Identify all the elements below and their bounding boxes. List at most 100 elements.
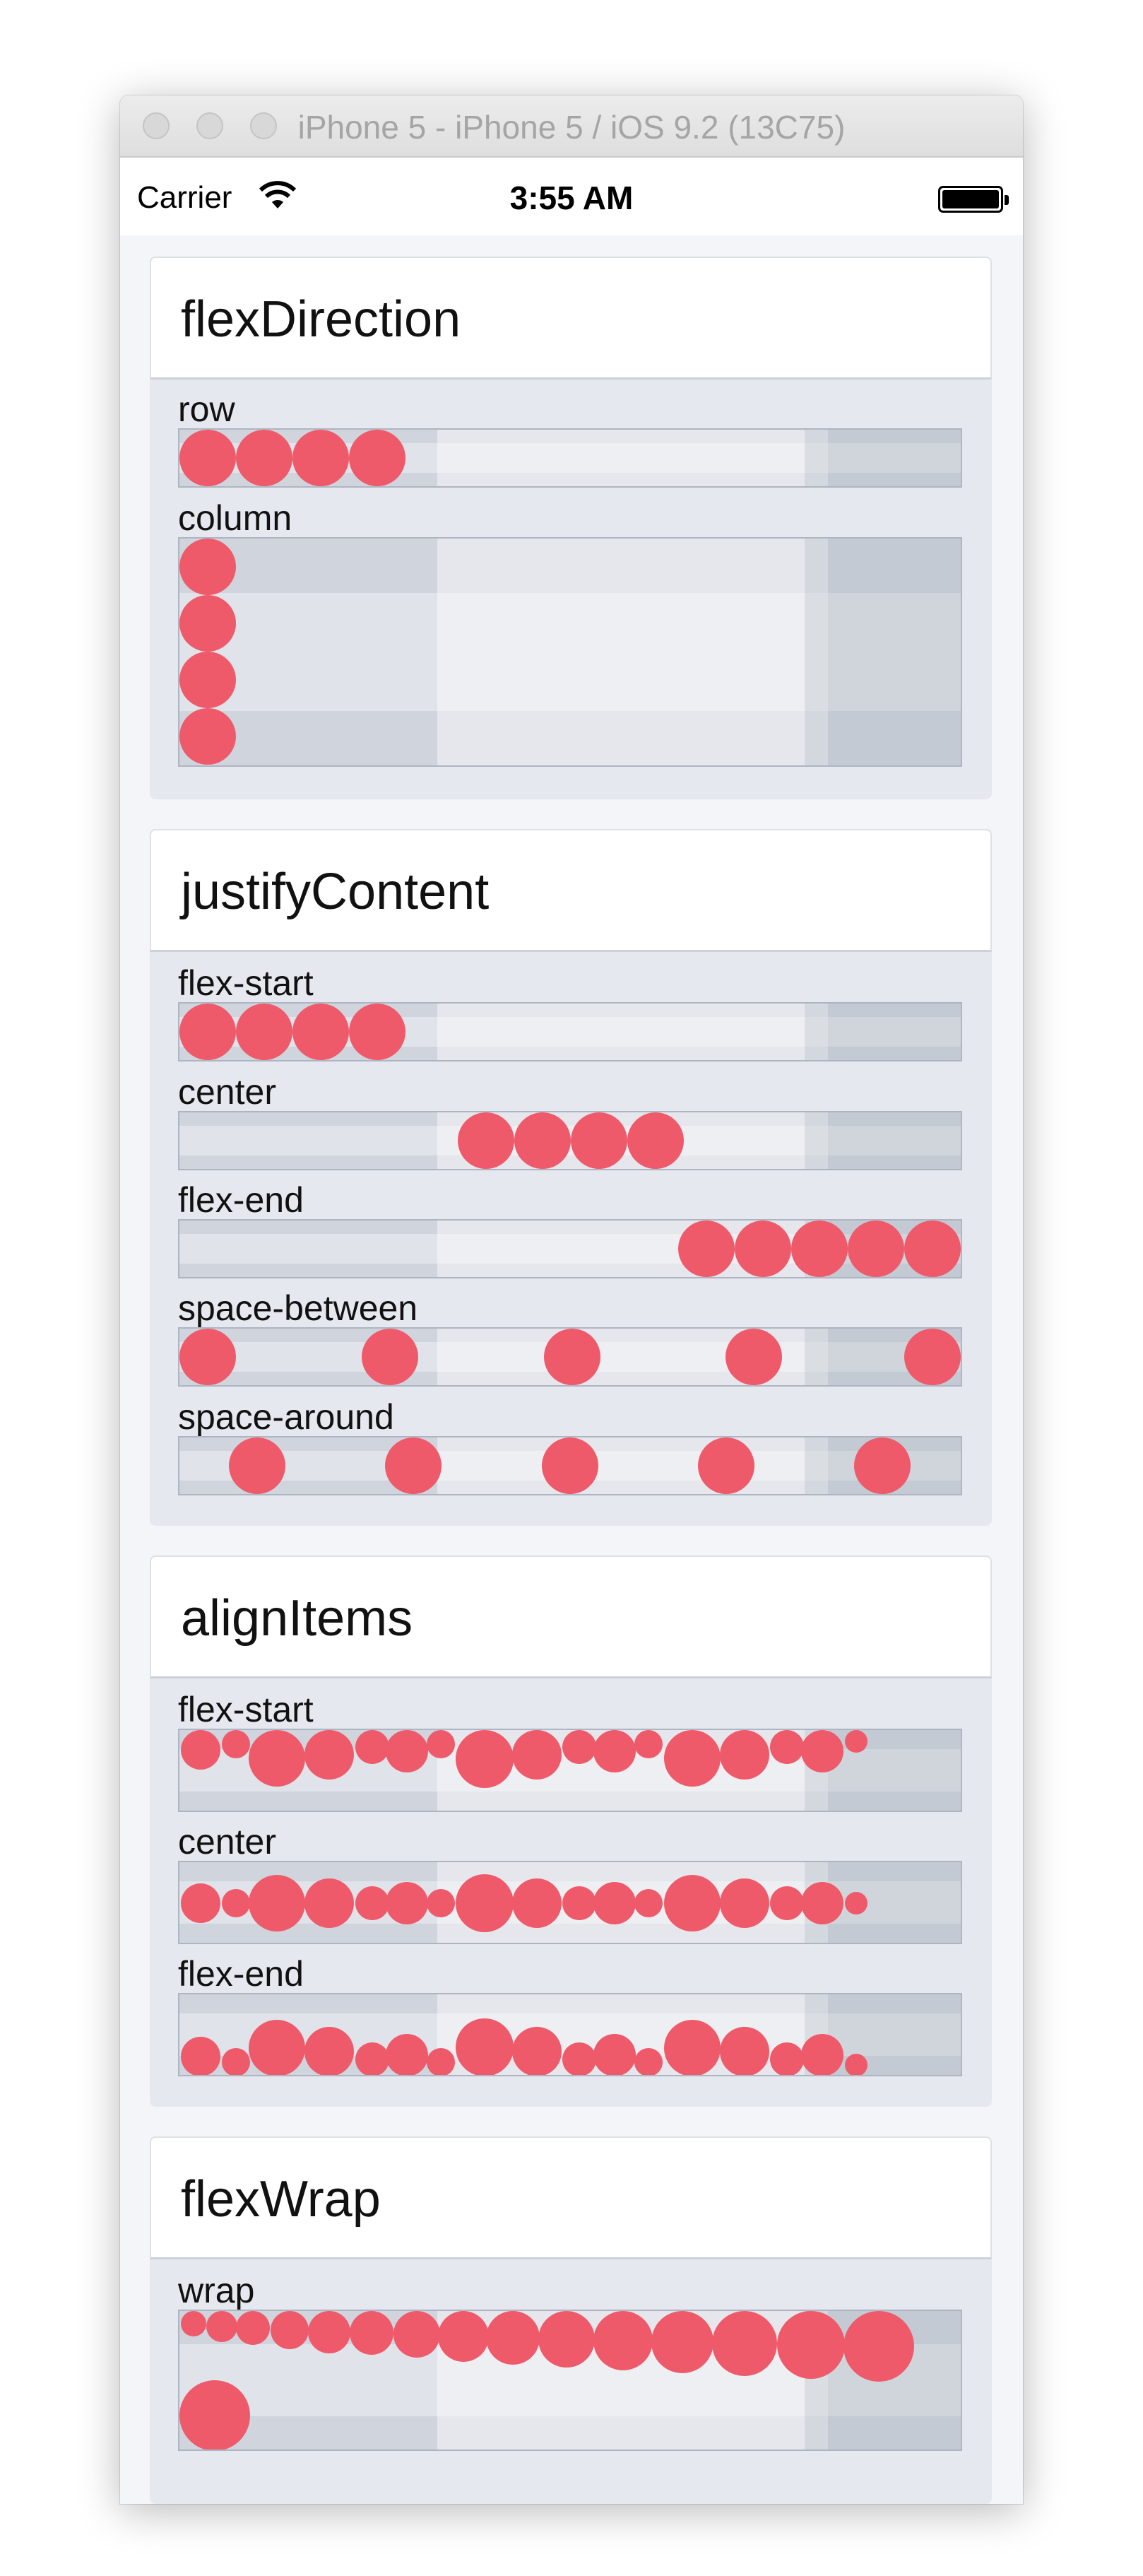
demo-circle — [386, 1882, 428, 1924]
demo-circle — [848, 1221, 904, 1277]
demo-circle — [770, 1886, 804, 1920]
demo-circle — [179, 708, 236, 765]
demo-circle — [349, 1004, 405, 1060]
demo-circle — [179, 2380, 250, 2449]
example-label-row: row — [178, 389, 235, 429]
demo-circle — [181, 1730, 220, 1770]
card-header: flexDirection — [150, 257, 992, 380]
demo-circle — [562, 1886, 596, 1920]
demo-circle — [486, 2311, 540, 2365]
card-title: alignItems — [181, 1590, 413, 1647]
demo-circle — [801, 1882, 843, 1924]
example-label-flex-start: flex-start — [178, 963, 314, 1003]
demo-circle — [593, 1730, 636, 1772]
demo-circle — [854, 1437, 911, 1494]
demo-circle — [385, 1437, 442, 1494]
demo-circle — [627, 1112, 684, 1169]
card-title: flexWrap — [181, 2171, 381, 2228]
card-flex-wrap: flexWrap wrap — [150, 2136, 992, 2504]
demo-circle — [651, 2311, 713, 2373]
demo-circle — [249, 1730, 305, 1787]
card-flex-direction: flexDirection row column — [150, 257, 992, 799]
demo-circle — [236, 1004, 292, 1060]
demo-circle — [770, 1730, 804, 1764]
example-align-flex-end — [178, 1993, 962, 2076]
card-header: justifyContent — [150, 829, 992, 952]
demo-circle — [562, 2042, 596, 2075]
demo-circle — [664, 1730, 721, 1787]
demo-circle — [904, 1221, 961, 1277]
demo-circle — [292, 430, 349, 486]
demo-circle — [181, 2311, 206, 2336]
demo-circle — [512, 2027, 562, 2075]
example-label-flex-end: flex-end — [178, 1180, 304, 1220]
demo-circle — [179, 1329, 236, 1385]
demo-circle — [843, 2311, 914, 2382]
demo-circle — [206, 2311, 237, 2342]
card-justify-content: justifyContent flex-start center flex-en… — [150, 829, 992, 1526]
demo-circle — [538, 2311, 595, 2368]
demo-circle — [355, 2042, 389, 2075]
demo-circle — [181, 2037, 220, 2075]
demo-circle — [512, 1730, 562, 1780]
example-align-flex-start — [178, 1729, 962, 1812]
demo-circle — [458, 1112, 514, 1169]
demo-circle — [593, 1882, 636, 1924]
demo-circle — [179, 652, 236, 708]
demo-circle — [634, 2048, 663, 2075]
example-column — [178, 537, 962, 767]
demo-circle — [427, 2048, 455, 2075]
demo-circle — [593, 2311, 653, 2370]
demo-circle — [544, 1329, 600, 1385]
demo-circle — [698, 1437, 754, 1494]
demo-circle — [542, 1437, 598, 1494]
demo-circle — [222, 2048, 250, 2075]
card-align-items: alignItems flex-start center flex-end — [150, 1555, 992, 2107]
demo-circle — [664, 2020, 721, 2075]
example-label-flex-start: flex-start — [178, 1690, 314, 1729]
example-align-center — [178, 1861, 962, 1944]
demo-circle — [249, 2020, 305, 2075]
example-row — [178, 428, 962, 488]
example-justify-flex-end — [178, 1219, 962, 1278]
demo-circle — [456, 1874, 514, 1932]
demo-circle — [777, 2311, 845, 2379]
demo-circle — [362, 1329, 418, 1385]
demo-circle — [562, 1730, 596, 1764]
demo-circle — [427, 1889, 455, 1917]
demo-circle — [304, 1730, 354, 1780]
demo-circle — [304, 2027, 354, 2075]
demo-circle — [726, 1329, 782, 1385]
demo-circle — [514, 1112, 571, 1169]
battery-icon — [938, 186, 1009, 213]
demo-circle — [236, 430, 292, 486]
example-label-center: center — [178, 1822, 276, 1862]
ios-status-bar: Carrier 3:55 AM — [120, 158, 1023, 235]
demo-circle — [720, 1878, 769, 1928]
demo-circle — [179, 539, 236, 595]
demo-circle — [292, 1004, 349, 1060]
demo-circle — [845, 1730, 867, 1753]
example-label-wrap: wrap — [178, 2271, 255, 2310]
demo-circle — [712, 2311, 777, 2376]
demo-circle — [350, 2311, 393, 2355]
example-justify-space-around — [178, 1436, 962, 1495]
window-titlebar: iPhone 5 - iPhone 5 / iOS 9.2 (13C75) — [120, 95, 1023, 158]
demo-circle — [427, 1730, 455, 1758]
example-label-center: center — [178, 1072, 276, 1112]
demo-circle — [770, 2042, 804, 2075]
window-title: iPhone 5 - iPhone 5 / iOS 9.2 (13C75) — [297, 109, 846, 146]
card-header: flexWrap — [150, 2136, 992, 2259]
demo-circle — [720, 1730, 769, 1780]
demo-circle — [735, 1221, 791, 1277]
example-justify-flex-start — [178, 1002, 962, 1061]
demo-circle — [438, 2311, 489, 2362]
demo-circle — [179, 1004, 236, 1060]
demo-circle — [678, 1221, 735, 1277]
demo-circle — [720, 2027, 769, 2075]
demo-circle — [222, 1889, 250, 1917]
demo-circle — [179, 595, 236, 652]
demo-circle — [236, 2311, 270, 2345]
demo-circle — [456, 1730, 514, 1788]
demo-circle — [355, 1730, 389, 1764]
